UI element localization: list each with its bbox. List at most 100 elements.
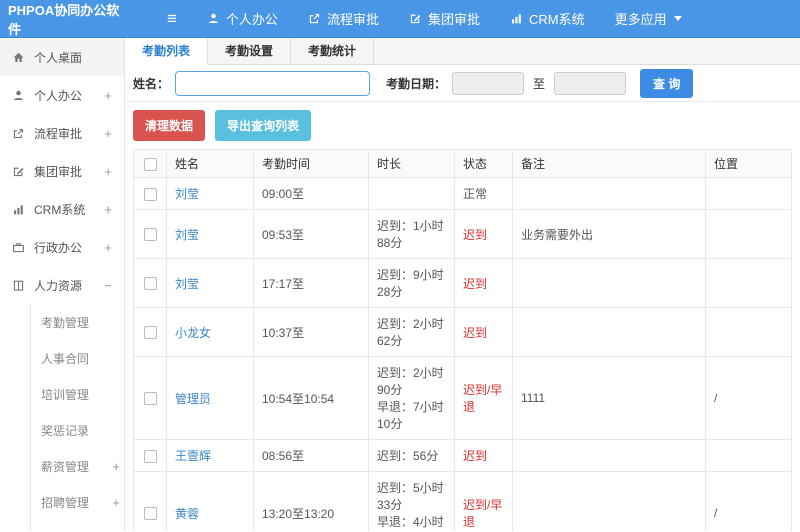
share-icon	[308, 12, 321, 25]
duration-cell: 迟到：2小时90分 早退：7小时10分	[368, 356, 455, 440]
duration-line1: 迟到：56分	[377, 449, 439, 463]
row-checkbox[interactable]	[143, 449, 157, 463]
tab-3[interactable]: 考勤统计	[291, 38, 375, 64]
nav-item-1[interactable]: 个人办公	[207, 9, 278, 28]
time-cell: 08:56至	[253, 439, 369, 472]
column-header: 状态	[454, 149, 513, 178]
date-to-input[interactable]	[554, 71, 627, 95]
employee-name-link[interactable]: 刘莹	[175, 228, 199, 242]
sidebar-subitem-3[interactable]: 培训管理	[31, 376, 124, 412]
attendance-time: 10:37至	[262, 325, 305, 340]
nav-item-2[interactable]: 流程审批	[308, 9, 379, 28]
location-cell	[705, 209, 792, 259]
attendance-table: 姓名 考勤时间 时长 状态 备注 位置 刘莹 09:00至 正常 刘莹 09:53至 迟到：1小时8…	[133, 149, 792, 531]
employee-name-link[interactable]: 管理员	[175, 392, 211, 406]
employee-name-link[interactable]: 刘莹	[175, 187, 199, 201]
sidebar-item-1[interactable]: 个人桌面	[0, 38, 124, 76]
sidebar-item-3[interactable]: 流程审批 +	[0, 114, 124, 152]
row-checkbox[interactable]	[143, 187, 157, 201]
location-cell	[705, 258, 792, 308]
expand-toggle: −	[104, 277, 112, 293]
tab-1[interactable]: 考勤列表	[125, 38, 209, 65]
name-cell: 刘莹	[166, 209, 254, 259]
status-cell: 迟到	[454, 439, 513, 472]
name-cell: 小龙女	[166, 307, 254, 357]
nav-item-5[interactable]: 更多应用	[615, 9, 682, 28]
nav-item-3[interactable]: 集团审批	[409, 9, 480, 28]
sidebar-subitem-7[interactable]: 人事管理+	[31, 520, 124, 532]
name-filter-input[interactable]	[175, 70, 371, 96]
nav-item-label: 个人办公	[225, 12, 278, 27]
table-header-row: 姓名 考勤时间 时长 状态 备注 位置	[133, 149, 792, 178]
row-checkbox[interactable]	[143, 326, 157, 340]
attendance-time: 17:17至	[262, 276, 305, 291]
row-select-cell	[133, 209, 167, 259]
export-list-button[interactable]: 导出查询列表	[215, 110, 312, 141]
sidebar-subitem-2[interactable]: 人事合同	[31, 340, 124, 376]
row-checkbox[interactable]	[143, 228, 157, 242]
select-all-checkbox[interactable]	[143, 157, 157, 171]
date-from-input[interactable]	[452, 71, 525, 95]
row-checkbox[interactable]	[143, 507, 157, 521]
sidebar: 个人桌面 个人办公 + 流程审批 + 集团审批 + CRM系统 + 行政办公 + 人力资源 − 考勤管理人…	[0, 38, 125, 531]
sidebar-item-label: 集团审批	[34, 164, 83, 179]
row-checkbox[interactable]	[143, 277, 157, 291]
column-header: 备注	[512, 149, 706, 178]
sidebar-subitem-6[interactable]: 招聘管理 +	[31, 484, 124, 520]
note-cell: 业务需要外出	[512, 209, 706, 259]
search-button[interactable]: 查 询	[640, 68, 694, 98]
edit-icon	[409, 12, 422, 25]
column-header: 考勤时间	[253, 149, 369, 178]
select-all-cell	[133, 149, 167, 178]
duration-cell: 迟到：1小时88分	[368, 209, 455, 259]
expand-toggle: +	[104, 87, 112, 103]
table-row: 黄蓉13:20至13:20迟到：5小时33分早退：4小时67分迟到/早退/	[133, 471, 792, 531]
employee-name-link[interactable]: 黄蓉	[175, 507, 199, 521]
sidebar-item-6[interactable]: 行政办公 +	[0, 228, 124, 266]
location-text: /	[714, 506, 718, 520]
status-badge: 迟到	[463, 325, 488, 340]
sidebar-item-5[interactable]: CRM系统 +	[0, 190, 124, 228]
caret-down-icon	[673, 16, 682, 21]
status-cell: 迟到/早退	[454, 356, 513, 440]
tab-2[interactable]: 考勤设置	[208, 38, 292, 64]
status-cell: 迟到/早退	[454, 471, 513, 531]
sidebar-item-label: 流程审批	[34, 126, 83, 141]
hamburger-icon: ≡	[167, 9, 177, 28]
sidebar-subitem-4[interactable]: 奖惩记录	[31, 412, 124, 448]
note-text: 业务需要外出	[521, 227, 594, 242]
name-cell: 王壹辉	[166, 439, 254, 472]
filter-bar: 姓名： 考勤日期： 至 查 询	[125, 65, 800, 102]
row-select-cell	[133, 471, 167, 531]
duration-cell: 迟到：56分	[368, 439, 455, 472]
employee-name-link[interactable]: 刘莹	[175, 277, 199, 291]
time-cell: 10:54至10:54	[253, 356, 369, 440]
nav-item-4[interactable]: CRM系统	[510, 9, 585, 28]
duration-cell	[368, 177, 455, 210]
name-cell: 管理员	[166, 356, 254, 440]
sidebar-item-label: 人力资源	[34, 278, 83, 293]
sidebar-subitem-5[interactable]: 薪资管理 +	[31, 448, 124, 484]
sidebar-item-4[interactable]: 集团审批 +	[0, 152, 124, 190]
name-cell: 黄蓉	[166, 471, 254, 531]
sidebar-submenu: 考勤管理人事合同培训管理奖惩记录薪资管理+招聘管理+人事管理+基础类别设置+	[30, 304, 124, 531]
row-checkbox[interactable]	[143, 392, 157, 406]
sidebar-subitem-label: 培训管理	[41, 387, 90, 402]
location-cell	[705, 307, 792, 357]
sidebar-item-label: 个人桌面	[34, 50, 83, 65]
row-select-cell	[133, 356, 167, 440]
main-content: 考勤列表 考勤设置 考勤统计 姓名： 考勤日期： 至 查 询 清理数据 导出查询列表	[125, 38, 800, 531]
sidebar-item-7[interactable]: 人力资源 −	[0, 266, 124, 304]
clean-data-button[interactable]: 清理数据	[133, 110, 206, 141]
sidebar-item-2[interactable]: 个人办公 +	[0, 76, 124, 114]
menu-toggle-button[interactable]: ≡	[167, 10, 177, 27]
sidebar-subitem-label: 人事管理	[41, 530, 112, 532]
attendance-time: 08:56至	[262, 449, 305, 463]
employee-name-link[interactable]: 小龙女	[175, 326, 211, 340]
sidebar-item-label: 行政办公	[34, 240, 83, 255]
status-cell: 正常	[454, 177, 513, 210]
location-cell	[705, 439, 792, 472]
sidebar-subitem-1[interactable]: 考勤管理	[31, 304, 124, 340]
employee-name-link[interactable]: 王壹辉	[175, 449, 211, 463]
table-row: 管理员 10:54至10:54 迟到：2小时90分 早退：7小时10分 迟到/早退 111…	[133, 356, 792, 440]
